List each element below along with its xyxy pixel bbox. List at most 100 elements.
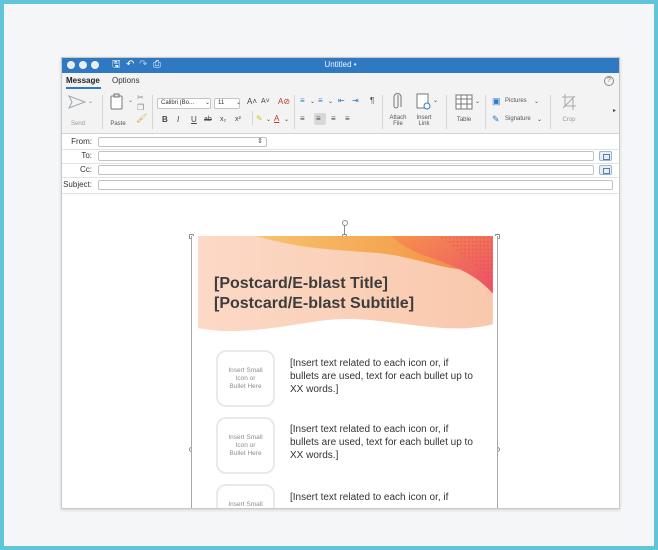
- icon-placeholder-text: Insert Small: [228, 501, 263, 508]
- ribbon-separator: [550, 95, 551, 129]
- subscript-button[interactable]: x₂: [220, 115, 226, 125]
- cc-field[interactable]: [98, 165, 594, 175]
- ribbon-toolbar: ⌄ Send ⌄ ✂ ❐ 🖌 Paste Calibri (Bo... ⌄ 11…: [62, 89, 619, 134]
- table-button[interactable]: Table: [454, 117, 474, 123]
- icon-placeholder: Insert Small Icon or Bullet Here: [216, 350, 275, 407]
- to-address-book-button[interactable]: [599, 151, 612, 161]
- crop-button[interactable]: Crop: [559, 117, 579, 123]
- from-select[interactable]: ⇕: [98, 137, 267, 147]
- shrink-font-button[interactable]: A˅: [261, 97, 270, 107]
- field-divider: [62, 193, 619, 194]
- signature-dropdown-icon[interactable]: ⌄: [537, 115, 542, 125]
- postcard-title: [Postcard/E-blast Title]: [214, 275, 388, 292]
- highlight-color-icon[interactable]: ✎: [256, 114, 263, 124]
- bullet-text: [Insert text related to each icon or, if…: [290, 424, 473, 461]
- insert-link-button[interactable]: Insert Link: [413, 115, 435, 127]
- align-center-icon[interactable]: ≡: [316, 114, 321, 124]
- ribbon-separator: [252, 111, 253, 125]
- paste-dropdown-icon[interactable]: ⌄: [128, 96, 133, 106]
- icon-placeholder: Insert Small: [216, 484, 275, 508]
- table-dropdown-icon[interactable]: ⌄: [475, 97, 480, 107]
- highlight-dropdown-icon[interactable]: ⌄: [266, 115, 271, 125]
- send-icon[interactable]: [68, 95, 86, 109]
- format-painter-icon[interactable]: 🖌: [136, 113, 147, 123]
- decrease-indent-icon[interactable]: ⇤: [338, 96, 345, 106]
- ribbon-separator: [152, 95, 153, 129]
- signature-button[interactable]: Signature: [505, 116, 531, 122]
- title-bar: 🖫 ↶ ↷ ⎙ Untitled •: [62, 58, 619, 73]
- font-color-icon[interactable]: A: [274, 114, 279, 124]
- cc-label: Cc:: [80, 165, 92, 174]
- tab-message[interactable]: Message: [66, 76, 100, 85]
- copy-icon[interactable]: ❐: [137, 103, 144, 113]
- underline-button[interactable]: U: [191, 115, 197, 125]
- bullets-icon[interactable]: ≡: [300, 96, 305, 106]
- to-label: To:: [81, 151, 92, 160]
- icon-placeholder-text: Insert Small Icon or Bullet Here: [228, 434, 263, 457]
- font-name-select[interactable]: Calibri (Bo...: [157, 98, 211, 109]
- italic-button[interactable]: I: [177, 115, 179, 125]
- paste-icon[interactable]: [109, 93, 127, 111]
- font-size-dropdown-icon[interactable]: ⌄: [236, 98, 241, 108]
- bullets-dropdown-icon[interactable]: ⌄: [310, 97, 315, 107]
- mail-compose-window: 🖫 ↶ ↷ ⎙ Untitled • Message Options ? ⌄ S…: [61, 57, 620, 509]
- font-name-dropdown-icon[interactable]: ⌄: [205, 98, 210, 108]
- grow-font-button[interactable]: A˄: [247, 97, 257, 107]
- crop-icon[interactable]: [561, 93, 577, 111]
- paperclip-icon[interactable]: [393, 93, 403, 111]
- numbering-icon[interactable]: ≡: [318, 96, 323, 106]
- tab-options[interactable]: Options: [112, 76, 140, 85]
- pictures-dropdown-icon[interactable]: ⌄: [534, 97, 539, 107]
- bullet-text: [Insert text related to each icon or, if…: [290, 358, 473, 395]
- send-button[interactable]: Send: [68, 121, 88, 127]
- pictures-icon[interactable]: ▣: [492, 96, 501, 106]
- signature-icon[interactable]: ✎: [492, 114, 500, 124]
- field-divider: [62, 163, 619, 164]
- field-divider: [62, 149, 619, 150]
- numbering-dropdown-icon[interactable]: ⌄: [328, 97, 333, 107]
- field-divider: [62, 177, 619, 178]
- strikethrough-button[interactable]: ab: [204, 115, 212, 125]
- insert-link-icon[interactable]: [416, 93, 432, 111]
- ribbon-separator: [485, 95, 486, 129]
- justify-icon[interactable]: ≡: [345, 114, 350, 124]
- cc-address-book-button[interactable]: [599, 165, 612, 175]
- paste-button[interactable]: Paste: [107, 121, 129, 127]
- icon-placeholder: Insert Small Icon or Bullet Here: [216, 417, 275, 474]
- rotate-handle[interactable]: [342, 220, 348, 226]
- cut-icon[interactable]: ✂: [137, 93, 144, 103]
- show-formatting-icon[interactable]: ¶: [370, 96, 374, 106]
- clear-formatting-icon[interactable]: A⊘: [278, 97, 290, 107]
- insert-link-dropdown-icon[interactable]: ⌄: [433, 96, 438, 106]
- attach-file-button[interactable]: Attach File: [386, 115, 410, 127]
- ribbon-separator: [294, 95, 295, 129]
- send-dropdown-icon[interactable]: ⌄: [88, 97, 93, 107]
- bullet-text: [Insert text related to each icon or, if: [290, 492, 449, 503]
- ribbon-separator: [446, 95, 447, 129]
- icon-placeholder-text: Insert Small Icon or Bullet Here: [228, 367, 263, 390]
- pictures-button[interactable]: Pictures: [505, 98, 527, 104]
- help-icon[interactable]: ?: [604, 76, 614, 86]
- align-right-icon[interactable]: ≡: [331, 114, 336, 124]
- font-size-value: 11: [218, 100, 225, 106]
- subject-field[interactable]: [98, 180, 613, 190]
- bold-button[interactable]: B: [162, 115, 168, 125]
- subject-label: Subject:: [63, 180, 92, 189]
- increase-indent-icon[interactable]: ⇥: [352, 96, 359, 106]
- font-name-value: Calibri (Bo...: [161, 100, 195, 106]
- postcard-subtitle: [Postcard/E-blast Subtitle]: [214, 295, 415, 312]
- align-left-icon[interactable]: ≡: [300, 114, 305, 124]
- postcard-image[interactable]: [Postcard/E-blast Title] [Postcard/E-bla…: [191, 236, 498, 508]
- to-field[interactable]: [98, 151, 594, 161]
- from-select-stepper-icon: ⇕: [257, 138, 263, 145]
- outer-frame: 🖫 ↶ ↷ ⎙ Untitled • Message Options ? ⌄ S…: [0, 0, 658, 550]
- table-icon[interactable]: [455, 94, 473, 110]
- ribbon-separator: [382, 95, 383, 129]
- ribbon-overflow-icon[interactable]: ▸: [613, 106, 616, 116]
- window-title: Untitled •: [324, 60, 357, 69]
- ribbon-separator: [102, 95, 103, 129]
- ribbon-tabs: Message Options: [62, 73, 619, 89]
- superscript-button[interactable]: x²: [235, 115, 241, 125]
- from-label: From:: [71, 137, 92, 146]
- font-color-dropdown-icon[interactable]: ⌄: [284, 115, 289, 125]
